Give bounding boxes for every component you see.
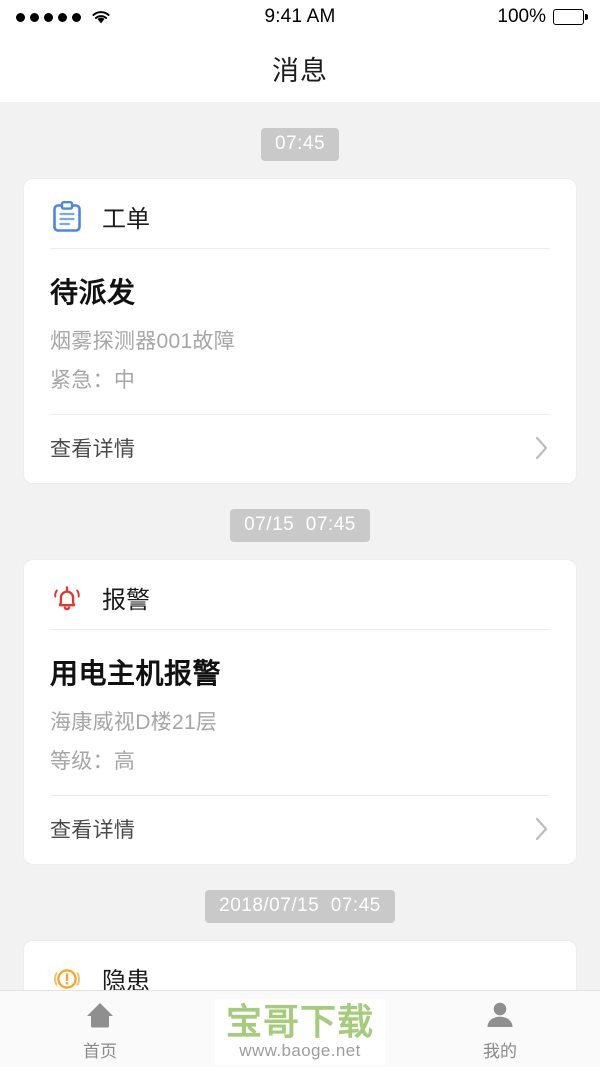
tab-home[interactable]: 首页 <box>0 991 200 1067</box>
view-details-label: 查看详情 <box>50 438 136 461</box>
watermark-brand: 宝哥下载 <box>225 1000 374 1042</box>
status-bar: 9:41 AM 100% <box>0 0 600 34</box>
card-category-label: 隐患 <box>102 968 150 990</box>
card-detail-line: 烟雾探测器001故障 <box>50 330 236 353</box>
battery-full-icon <box>553 9 584 25</box>
message-card[interactable]: 工单 待派发 烟雾探测器001故障 紧急：中 查看详情 <box>24 179 576 483</box>
warning-circle-icon <box>54 968 80 989</box>
card-title: 待派发 <box>50 277 136 308</box>
timestamp-pill: 2018/07/15 07:45 <box>205 890 395 923</box>
view-details-label: 查看详情 <box>50 819 136 842</box>
card-detail-line: 等级：高 <box>50 750 136 773</box>
timestamp-row: 2018/07/15 07:45 <box>0 890 600 923</box>
card-detail-line: 海康威视D楼21层 <box>50 711 218 734</box>
page-title: 消息 <box>272 55 328 86</box>
timestamp-pill: 07:45 <box>260 128 340 161</box>
card-title: 用电主机报警 <box>50 658 222 689</box>
alarm-bell-icon <box>54 585 80 610</box>
timestamp-pill: 07/15 07:45 <box>230 509 370 542</box>
card-header: 隐患 <box>24 941 576 990</box>
tab-home-label: 首页 <box>83 1041 117 1061</box>
view-details-row[interactable]: 查看详情 <box>24 415 576 483</box>
home-icon <box>87 1002 113 1027</box>
card-body: 待派发 烟雾探测器001故障 紧急：中 <box>24 249 576 414</box>
timestamp-row: 07:45 <box>0 128 600 161</box>
tab-profile[interactable]: 我的 <box>400 991 600 1067</box>
view-details-row[interactable]: 查看详情 <box>24 796 576 864</box>
clipboard-icon <box>53 200 81 232</box>
card-header: 报警 <box>24 560 576 629</box>
card-category-label: 报警 <box>102 587 150 614</box>
person-icon <box>487 1002 513 1027</box>
chevron-right-icon <box>535 436 548 460</box>
card-category-label: 工单 <box>102 206 150 233</box>
navigation-bar: 消息 <box>0 34 600 102</box>
message-list[interactable]: 07:45 工单 待派发 烟雾探测器001故障 紧急：中 查看详情 07/15 … <box>0 102 600 990</box>
site-watermark: 宝哥下载 www.baoge.net <box>215 998 385 1065</box>
status-bar-clock: 9:41 AM <box>264 6 336 27</box>
tab-profile-label: 我的 <box>483 1041 517 1061</box>
message-card[interactable]: 隐患 <box>24 941 576 990</box>
card-header: 工单 <box>24 179 576 248</box>
timestamp-row: 07/15 07:45 <box>0 509 600 542</box>
chevron-right-icon <box>535 817 548 841</box>
watermark-url: www.baoge.net <box>239 1040 361 1060</box>
card-detail-line: 紧急：中 <box>50 369 136 392</box>
message-card[interactable]: 报警 用电主机报警 海康威视D楼21层 等级：高 查看详情 <box>24 560 576 864</box>
card-body: 用电主机报警 海康威视D楼21层 等级：高 <box>24 630 576 795</box>
